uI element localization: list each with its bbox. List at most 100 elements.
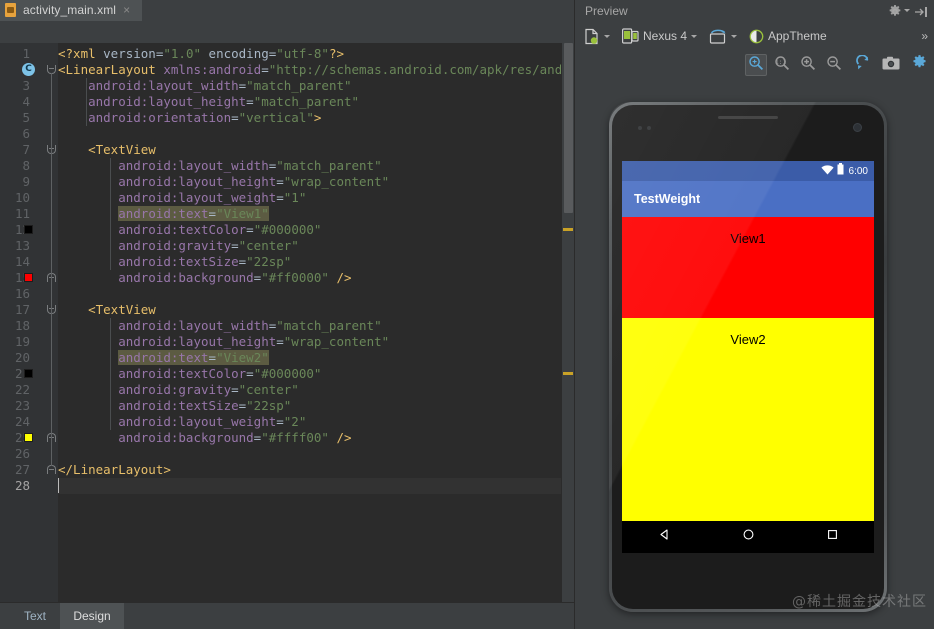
device-dropdown[interactable]: Nexus 4	[622, 26, 698, 46]
line-number: 18	[14, 318, 30, 333]
device-preview-canvas[interactable]: 6:00 TestWeight View1 View2 @稀土掘金技术社区	[575, 80, 934, 629]
close-icon[interactable]: ×	[123, 4, 130, 16]
code-line[interactable]	[58, 126, 574, 142]
chevron-down-icon[interactable]	[604, 34, 610, 38]
chevron-down-icon[interactable]	[904, 9, 910, 12]
code-line[interactable]: <TextView	[58, 302, 574, 318]
orientation-dropdown[interactable]	[709, 26, 737, 46]
code-line[interactable]: android:layout_width="match_parent"	[58, 158, 574, 174]
file-tab-activity-main-xml[interactable]: activity_main.xml ×	[0, 0, 142, 21]
back-triangle-icon[interactable]	[658, 528, 671, 546]
refresh-button[interactable]	[852, 53, 874, 76]
earpiece-speaker	[718, 116, 778, 119]
line-number-gutter[interactable]: 1234567891011121314151617181920212223242…	[0, 43, 45, 602]
code-folding-strip[interactable]	[45, 43, 58, 602]
editor-mode-tabs: Text Design	[0, 602, 574, 629]
sensor-icon	[647, 126, 651, 130]
line-number: 23	[14, 398, 30, 413]
marker-scrollbar[interactable]	[561, 43, 574, 602]
code-line[interactable]: android:layout_weight="1"	[58, 190, 574, 206]
fold-connector	[51, 313, 52, 434]
code-line[interactable]	[58, 286, 574, 302]
refresh-icon	[855, 53, 871, 76]
view2-text: View2	[730, 332, 766, 347]
code-line[interactable]: <TextView	[58, 142, 574, 158]
editor-mode-tab-text[interactable]: Text	[10, 603, 60, 629]
wifi-icon	[820, 162, 834, 180]
device-screen[interactable]: 6:00 TestWeight View1 View2	[622, 161, 874, 553]
editor-mode-tab-design[interactable]: Design	[60, 603, 124, 629]
color-swatch-black[interactable]	[24, 225, 33, 234]
status-bar-clock: 6:00	[848, 165, 868, 177]
color-swatch-red[interactable]	[24, 273, 33, 282]
line-number: 13	[14, 238, 30, 253]
fold-close-icon[interactable]	[47, 465, 56, 474]
file-tab-label: activity_main.xml	[23, 2, 117, 17]
screenshot-button[interactable]	[880, 54, 902, 76]
device-icon	[622, 28, 639, 44]
code-line[interactable]: android:gravity="center"	[58, 238, 574, 254]
svg-text:1:1: 1:1	[775, 59, 786, 66]
chevron-down-icon[interactable]	[691, 34, 698, 38]
preview-view2[interactable]: View2	[622, 318, 874, 521]
preview-settings-button[interactable]	[908, 54, 930, 76]
code-line[interactable]: android:textSize="22sp"	[58, 254, 574, 270]
preview-config-toolbar: Nexus 4 AppTheme	[575, 22, 934, 50]
code-line[interactable]: android:text="View1"	[58, 206, 574, 222]
warning-marker[interactable]	[563, 372, 573, 375]
code-line[interactable]: android:gravity="center"	[58, 382, 574, 398]
zoom-in-button[interactable]	[797, 54, 819, 76]
code-line[interactable]: android:textColor="#000000"	[58, 222, 574, 238]
code-line[interactable]: android:layout_height="match_parent"	[58, 94, 574, 110]
code-line[interactable]: </LinearLayout>	[58, 462, 574, 478]
code-line[interactable]: android:layout_weight="2"	[58, 414, 574, 430]
code-line[interactable]: android:layout_height="wrap_content"	[58, 334, 574, 350]
line-number: 5	[22, 110, 30, 125]
code-line[interactable]: android:layout_width="match_parent"	[58, 78, 574, 94]
line-number: 14	[14, 254, 30, 269]
device-dropdown-label: Nexus 4	[643, 29, 688, 43]
code-line[interactable]: <LinearLayout xmlns:android="http://sche…	[58, 62, 574, 78]
zoom-actual-size-button[interactable]: 1:1	[771, 54, 793, 76]
line-number: 11	[14, 206, 30, 221]
code-line[interactable]	[58, 446, 574, 462]
orientation-icon	[709, 29, 727, 44]
recents-square-icon[interactable]	[826, 528, 839, 546]
zoom-to-fit-button[interactable]	[745, 54, 767, 76]
warning-marker[interactable]	[563, 228, 573, 231]
code-line[interactable]: android:layout_height="wrap_content"	[58, 174, 574, 190]
editor-scrollbar-thumb[interactable]	[564, 43, 573, 213]
home-circle-icon[interactable]	[742, 528, 755, 546]
code-line[interactable]: android:layout_width="match_parent"	[58, 318, 574, 334]
code-line[interactable]: android:orientation="vertical">	[58, 110, 574, 126]
code-editor[interactable]: 1234567891011121314151617181920212223242…	[0, 43, 574, 602]
camera-icon	[882, 56, 900, 75]
color-swatch-yellow[interactable]	[24, 433, 33, 442]
color-swatch-black[interactable]	[24, 369, 33, 378]
code-line[interactable]: android:background="#ff0000" />	[58, 270, 574, 286]
code-text-area[interactable]: <?xml version="1.0" encoding="utf-8"?> <L…	[58, 43, 574, 602]
code-line[interactable]: <?xml version="1.0" encoding="utf-8"?>	[58, 46, 574, 62]
editor-tab-bar: activity_main.xml ×	[0, 0, 574, 22]
battery-icon	[837, 162, 844, 180]
code-line[interactable]: android:textColor="#000000"	[58, 366, 574, 382]
code-line[interactable]	[58, 478, 574, 494]
app-bar-title: TestWeight	[634, 192, 701, 206]
class-badge[interactable]: C	[22, 63, 35, 76]
code-line[interactable]: android:textSize="22sp"	[58, 398, 574, 414]
chevron-down-icon[interactable]	[731, 34, 737, 38]
code-line[interactable]: android:background="#ffff00" />	[58, 430, 574, 446]
gear-icon[interactable]	[887, 4, 903, 19]
collapse-right-icon[interactable]	[914, 5, 928, 17]
android-studio-window: activity_main.xml × 12345678910111213141…	[0, 0, 934, 629]
gear-icon	[911, 54, 928, 76]
front-camera-icon	[853, 123, 862, 132]
view1-text: View1	[730, 231, 766, 246]
toolbar-overflow-button[interactable]: »	[921, 29, 928, 43]
device-config-dropdown[interactable]	[583, 26, 610, 46]
preview-view1[interactable]: View1	[622, 217, 874, 318]
zoom-out-button[interactable]	[823, 54, 845, 76]
line-number: 6	[22, 126, 30, 141]
theme-dropdown[interactable]: AppTheme	[749, 26, 827, 46]
code-line[interactable]: android:text="View2"	[58, 350, 574, 366]
